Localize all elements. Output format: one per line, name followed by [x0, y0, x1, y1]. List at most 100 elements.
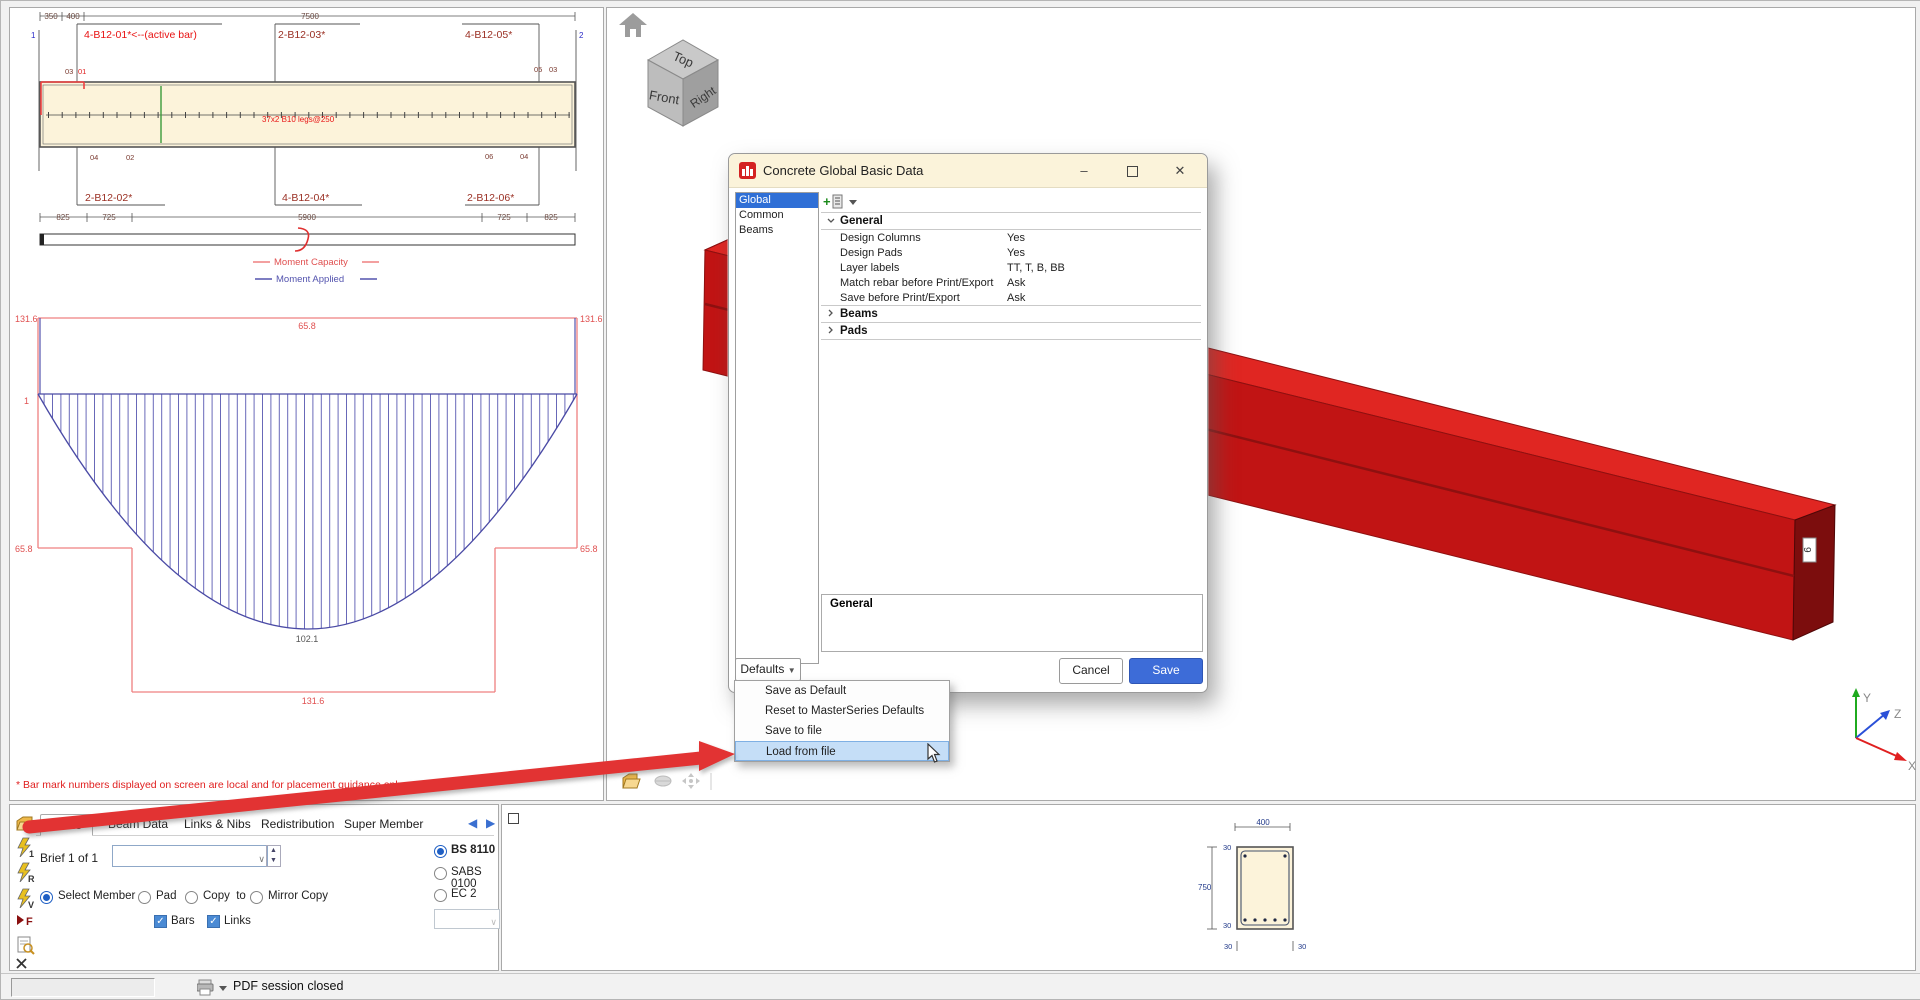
prop-label: Match rebar before Print/Export — [840, 276, 994, 289]
status-progress-box — [11, 978, 155, 997]
country-combo[interactable]: UK ∨ — [434, 909, 500, 929]
design-v-icon[interactable]: V — [15, 888, 35, 908]
forces-icon[interactable]: F — [15, 912, 35, 932]
radio-pad-label: Pad — [156, 890, 177, 902]
group-general[interactable]: General — [821, 212, 1201, 230]
tab-beam-data[interactable]: Beam Data — [98, 814, 178, 834]
radio-ec2-label: EC 2 — [451, 888, 477, 900]
menu-item-save-as-default[interactable]: Save as Default — [735, 681, 949, 701]
capacity-step-right: 65.8 — [580, 544, 598, 554]
svg-text:R: R — [28, 874, 35, 882]
view-toolbar[interactable] — [621, 770, 731, 794]
checkbox-bars[interactable] — [154, 915, 167, 928]
property-row[interactable]: Match rebar before Print/Export Ask — [821, 275, 1201, 290]
radio-bs8110[interactable] — [434, 845, 447, 858]
design-1-icon[interactable]: 1 — [15, 837, 35, 857]
bar-label-top-2[interactable]: 2-B12-03* — [278, 29, 325, 41]
tab-briefs[interactable]: Briefs — [40, 814, 93, 836]
svg-text:+: + — [823, 194, 831, 209]
folder-open-icon[interactable] — [622, 773, 641, 789]
prop-label: Design Pads — [840, 246, 903, 259]
group-beams[interactable]: Beams — [821, 305, 1201, 323]
prop-value[interactable]: Yes — [1007, 232, 1025, 244]
mark-03-top-left: 03 — [65, 67, 73, 76]
radio-ec2[interactable] — [434, 889, 447, 902]
bar-label-bottom-2[interactable]: 4-B12-04* — [282, 192, 329, 204]
property-row[interactable]: Save before Print/Export Ask — [821, 290, 1201, 305]
status-bar: PDF session closed — [1, 973, 1920, 999]
prop-value[interactable]: Ask — [1007, 277, 1025, 289]
chevron-down-icon[interactable] — [821, 216, 840, 226]
prop-value[interactable]: Yes — [1007, 247, 1025, 259]
capacity-value-mid: 65.8 — [298, 321, 316, 331]
checkbox-links[interactable] — [207, 915, 220, 928]
radio-sabs0100[interactable] — [434, 867, 447, 880]
radio-select-member[interactable] — [40, 891, 53, 904]
open-brief-icon[interactable] — [15, 813, 35, 833]
dim-725-left: 725 — [102, 213, 116, 222]
tab-links-nibs[interactable]: Links & Nibs — [174, 814, 261, 834]
bar-label-bottom-1[interactable]: 2-B12-02* — [85, 192, 132, 204]
tab-scroll-left-icon[interactable]: ◀ — [468, 816, 477, 830]
pan-icon[interactable] — [682, 773, 700, 789]
add-category-icon[interactable]: + — [823, 193, 863, 210]
menu-item-reset-masterseries-defaults[interactable]: Reset to MasterSeries Defaults — [735, 701, 949, 721]
mark-03-top-right: 03 — [549, 65, 557, 74]
bar-label-top-3[interactable]: 4-B12-05* — [465, 29, 512, 41]
property-row[interactable]: Design Columns Yes — [821, 230, 1201, 245]
radio-pad[interactable] — [138, 891, 151, 904]
description-title: General — [830, 598, 873, 610]
section-select-box[interactable] — [508, 813, 519, 824]
brief-spinner[interactable]: ▲ ▼ — [266, 845, 281, 867]
mark-01-top-left: 01 — [78, 67, 86, 76]
cover-top: 30 — [1223, 843, 1231, 852]
tree-item-common[interactable]: Common — [736, 208, 818, 223]
radio-copy-to[interactable] — [185, 891, 198, 904]
beam-member-tag-text: 9 — [1801, 547, 1812, 553]
save-button[interactable]: Save — [1129, 658, 1203, 684]
tab-super-member[interactable]: Super Member — [334, 814, 433, 834]
close-button[interactable]: ✕ — [1165, 161, 1195, 181]
bar-label-active[interactable]: 4-B12-01*<--(active bar) — [84, 29, 197, 41]
defaults-button[interactable]: Defaults ▼ — [735, 658, 801, 681]
span-bar-end-cap — [40, 234, 44, 245]
dialog-titlebar[interactable]: Concrete Global Basic Data – ✕ — [729, 154, 1207, 188]
svg-text:F: F — [26, 916, 33, 928]
cover-left: 30 — [1224, 942, 1232, 951]
chevron-down-icon: ∨ — [258, 854, 265, 864]
property-grid-toolbar: + — [821, 192, 1201, 212]
checkbox-links-label: Links — [224, 915, 251, 927]
prop-value[interactable]: TT, T, B, BB — [1007, 262, 1065, 274]
mark-04-bottom-left: 04 — [90, 153, 98, 162]
tab-redistribution[interactable]: Redistribution — [251, 814, 344, 834]
menu-item-load-from-file[interactable]: Load from file — [735, 741, 949, 761]
radio-mirror-copy[interactable] — [250, 891, 263, 904]
bar-label-bottom-3[interactable]: 2-B12-06* — [467, 192, 514, 204]
radio-bs8110-label: BS 8110 — [451, 844, 496, 856]
chevron-right-icon[interactable] — [821, 309, 840, 319]
member-combo[interactable]: 00001 Member CB L1 Id 1 @ Leve ∨ — [112, 845, 268, 867]
print-preview-icon[interactable] — [15, 935, 35, 955]
group-pads-label: Pads — [840, 325, 868, 337]
node-2: 2 — [579, 31, 584, 40]
chevron-right-icon[interactable] — [821, 326, 840, 336]
property-row[interactable]: Layer labels TT, T, B, BB — [821, 260, 1201, 275]
tree-item-global[interactable]: Global — [736, 193, 818, 208]
property-row[interactable]: Design Pads Yes — [821, 245, 1201, 260]
tab-scroll-right-icon[interactable]: ▶ — [486, 816, 495, 830]
tree-item-beams[interactable]: Beams — [736, 223, 818, 238]
design-r-icon[interactable]: R — [15, 862, 35, 882]
menu-item-save-to-file[interactable]: Save to file — [735, 721, 949, 741]
dim-825-left: 825 — [56, 213, 70, 222]
cancel-button[interactable]: Cancel — [1059, 658, 1123, 684]
group-pads[interactable]: Pads — [821, 323, 1201, 340]
layers-icon[interactable] — [654, 775, 672, 787]
maximize-button[interactable] — [1117, 161, 1147, 181]
legend-applied: Moment Applied — [276, 274, 344, 285]
mark-04-bottom-right: 04 — [520, 152, 528, 161]
cover-right: 30 — [1298, 942, 1306, 951]
prop-value[interactable]: Ask — [1007, 292, 1025, 304]
minimize-button[interactable]: – — [1069, 161, 1099, 181]
application-window: 350 400 7500 1 2 4-B12-01*<--(active bar… — [0, 0, 1920, 1000]
printer-icon[interactable] — [197, 978, 231, 996]
